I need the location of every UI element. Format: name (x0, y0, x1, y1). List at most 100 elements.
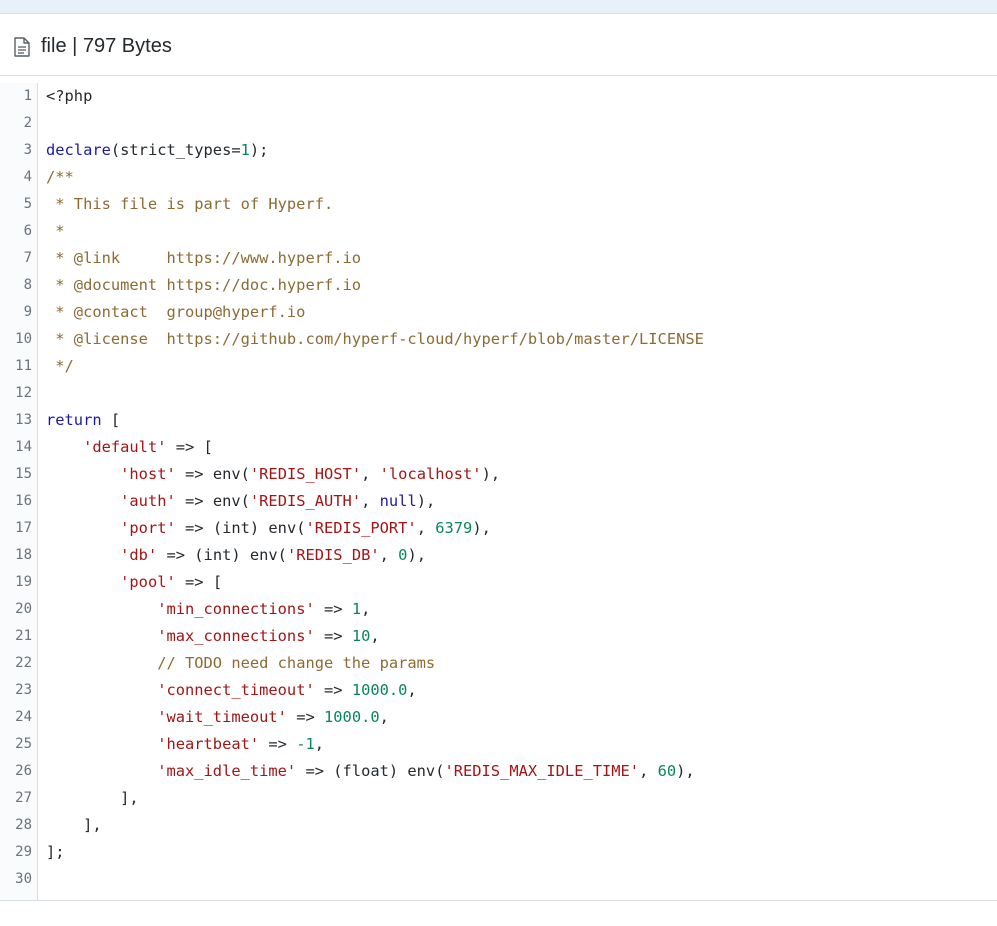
code-token: null (379, 492, 417, 510)
code-token: */ (46, 357, 74, 375)
code-token: ), (481, 465, 501, 483)
code-line: return [ (46, 407, 120, 434)
file-icon (14, 37, 30, 57)
code-token: (strict_types= (110, 141, 241, 159)
top-toolbar-strip (0, 0, 997, 14)
code-token: 'default' (83, 438, 167, 456)
code-line: * @link https://www.hyperf.io (46, 245, 361, 272)
code-token: , (407, 681, 417, 699)
code-line: 'pool' => [ (46, 569, 222, 596)
code-line: // TODO need change the params (46, 650, 435, 677)
code-line: ]; (46, 839, 65, 866)
line-number: 20 (15, 601, 32, 617)
code-token: => env( (175, 492, 250, 510)
code-token: , (416, 519, 436, 537)
code-viewer[interactable]: 1 2 3 4 5 6 7 8 9 10 11 12 13 14 15 16 17 18 19 20 21 22 23 24 2… (0, 83, 997, 900)
code-token: * @link https://www.hyperf.io (46, 249, 362, 267)
code-line: 'host' => env('REDIS_HOST', 'localhost')… (46, 461, 500, 488)
code-line: 'max_connections' => 10, (46, 623, 380, 650)
code-token: 'wait_timeout' (157, 708, 287, 726)
code-token: , (361, 492, 380, 510)
code-token: => env( (175, 465, 250, 483)
line-number: 7 (23, 250, 32, 266)
code-token: ), (472, 519, 491, 537)
line-number: 28 (15, 817, 32, 833)
code-line: 'db' => (int) env('REDIS_DB', 0), (46, 542, 426, 569)
code-token: // TODO need change the params (157, 654, 436, 672)
line-number: 30 (15, 871, 32, 887)
line-number: 8 (23, 277, 32, 293)
code-token: declare (46, 141, 111, 159)
line-number: 16 (15, 493, 32, 509)
code-token: 'host' (120, 465, 176, 483)
line-number: 17 (15, 520, 32, 536)
line-number: 23 (15, 682, 32, 698)
line-number: 9 (23, 304, 32, 320)
line-number: 25 (15, 736, 32, 752)
code-line: <?php (46, 83, 92, 110)
line-number-gutter: 1 2 3 4 5 6 7 8 9 10 11 12 13 14 15 16 17 18 19 20 21 22 23 24 2… (0, 83, 38, 900)
code-token: 1000.0 (324, 708, 380, 726)
line-number: 29 (15, 844, 32, 860)
code-line: */ (46, 353, 74, 380)
line-number: 18 (15, 547, 32, 563)
code-token: , (370, 627, 380, 645)
code-token: 60 (657, 762, 677, 780)
line-number: 21 (15, 628, 32, 644)
code-token: ); (249, 141, 269, 159)
code-token: 'min_connections' (157, 600, 315, 618)
code-token: 'max_idle_time' (157, 762, 297, 780)
code-token: 10 (351, 627, 371, 645)
code-token: => (314, 627, 352, 645)
code-token: 'REDIS_HOST' (249, 465, 362, 483)
code-line: 'max_idle_time' => (float) env('REDIS_MA… (46, 758, 695, 785)
code-token: => (float) env( (296, 762, 445, 780)
code-token: * (46, 222, 65, 240)
code-line: * @document https://doc.hyperf.io (46, 272, 361, 299)
code-token: ]; (46, 843, 65, 861)
code-token: , (379, 546, 399, 564)
line-number: 12 (15, 385, 32, 401)
code-viewer-bottom-border (0, 900, 997, 901)
file-title: file | 797 Bytes (41, 35, 172, 57)
code-token: 'REDIS_PORT' (305, 519, 417, 537)
line-number: 3 (23, 142, 32, 158)
code-line: 'connect_timeout' => 1000.0, (46, 677, 417, 704)
code-token: 'port' (120, 519, 176, 537)
code-token: => [ (166, 438, 213, 456)
code-token: => [ (175, 573, 223, 591)
line-number: 11 (15, 358, 32, 374)
code-token: 'max_connections' (157, 627, 315, 645)
code-token: => (int) env( (175, 519, 306, 537)
line-number: 13 (15, 412, 32, 428)
code-token: return (46, 411, 102, 429)
code-token: 'REDIS_AUTH' (249, 492, 362, 510)
line-number: 26 (15, 763, 32, 779)
code-token: , (361, 600, 371, 618)
code-line: 'auth' => env('REDIS_AUTH', null), (46, 488, 435, 515)
line-number: 6 (23, 223, 32, 239)
line-number: 1 (23, 88, 32, 104)
code-token: 1 (351, 600, 362, 618)
code-line: ], (46, 812, 102, 839)
code-token: ], (46, 789, 139, 807)
code-token: , (639, 762, 658, 780)
code-token: 'db' (120, 546, 158, 564)
code-token: ), (407, 546, 426, 564)
line-number: 10 (15, 331, 32, 347)
code-token: -1 (296, 735, 315, 753)
line-number: 2 (23, 115, 32, 131)
code-line: 'heartbeat' => -1, (46, 731, 324, 758)
code-token: * @contact group@hyperf.io (46, 303, 306, 321)
code-token: => (259, 735, 297, 753)
line-number: 19 (15, 574, 32, 590)
